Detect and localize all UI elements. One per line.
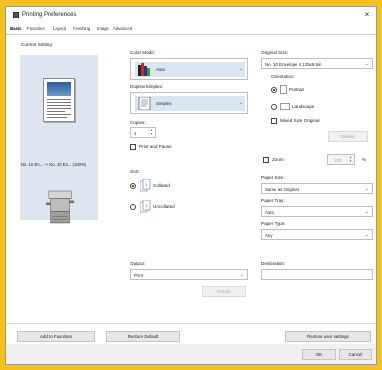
original-size-label: Original Size:	[261, 50, 289, 55]
dropdown-arrow-icon: ⌄	[238, 66, 243, 72]
output-dropdown[interactable]: Print ⌄	[130, 269, 248, 280]
dropdown-arrow-icon: ⌄	[238, 100, 243, 106]
paper-size-value: Same as Original	[265, 187, 299, 192]
color-mode-dropdown[interactable]: Auto ⌄	[130, 58, 248, 80]
ok-button[interactable]: OK	[302, 349, 336, 360]
color-mode-label: Color Mode:	[130, 50, 156, 55]
mixed-size-details-button[interactable]: Details	[328, 131, 368, 142]
restore-default-button[interactable]: Restore Default	[106, 331, 180, 342]
zoom-checkbox[interactable]	[263, 157, 269, 163]
tab-strip: Basic Favorites Layout Finishing Image A…	[6, 24, 376, 35]
dropdown-arrow-icon: ⌄	[364, 186, 369, 192]
uncollated-radio[interactable]	[130, 204, 136, 210]
paper-size-dropdown[interactable]: Same as Original ⌄	[261, 183, 373, 194]
original-size-dropdown[interactable]: No. 10 Envelope 4.125x9.5in ⌄	[261, 58, 373, 69]
spinner-icon[interactable]: ▴ ▾	[348, 155, 353, 163]
simplex-icon	[138, 97, 151, 110]
original-size-value: No. 10 Envelope 4.125x9.5in	[265, 62, 322, 67]
paper-size-label: Paper Size:	[261, 175, 285, 180]
copies-stepper[interactable]: 1 ▴ ▾	[130, 127, 156, 138]
dialog-footer: OK Cancel	[6, 344, 376, 364]
mixed-size-checkbox[interactable]	[271, 118, 277, 124]
paper-type-label: Paper Type:	[261, 221, 286, 226]
size-summary: No. 10 En... -> No. 10 En... (100%)	[21, 162, 87, 167]
print-pause-label: Print and Pause	[139, 144, 172, 149]
window-title: Printing Preferences	[22, 12, 77, 18]
tab-layout[interactable]: Layout	[53, 26, 66, 31]
tab-advanced[interactable]: Advanced	[113, 26, 132, 31]
color-mode-icon	[138, 63, 150, 76]
document-preview-icon	[43, 78, 75, 122]
orientation-label: Orientation:	[271, 74, 295, 79]
portrait-radio[interactable]	[271, 87, 277, 93]
destination-label: Destination:	[261, 261, 286, 266]
landscape-radio[interactable]	[271, 104, 277, 110]
duplex-value: Simplex	[156, 101, 172, 106]
paper-tray-label: Paper Tray:	[261, 198, 285, 203]
color-mode-value: Auto	[156, 67, 166, 72]
output-value: Print	[134, 273, 144, 278]
dropdown-arrow-icon: ⌄	[364, 232, 369, 238]
duplex-dropdown[interactable]: Simplex ⌄	[130, 92, 248, 114]
destination-field[interactable]	[261, 269, 373, 280]
printer-device-icon	[46, 190, 75, 224]
collated-radio[interactable]	[130, 183, 136, 189]
collated-label: Collated	[153, 183, 170, 188]
paper-type-dropdown[interactable]: Any ⌄	[261, 229, 373, 240]
portrait-icon	[280, 85, 287, 94]
landscape-label: Landscape	[292, 104, 315, 109]
spinner-icon[interactable]: ▴ ▾	[149, 128, 154, 136]
uncollated-icon: 1	[140, 200, 151, 213]
tab-image[interactable]: Image	[97, 26, 109, 31]
uncollated-label: Uncollated	[153, 204, 175, 209]
print-pause-checkbox[interactable]	[130, 144, 136, 150]
paper-tray-value: Auto	[265, 210, 275, 215]
printer-app-icon	[13, 12, 19, 18]
printing-preferences-window: Printing Preferences × Basic Favorites L…	[5, 6, 377, 365]
collated-icon: 1	[140, 179, 151, 192]
output-details-button[interactable]: Details	[202, 286, 246, 297]
dropdown-arrow-icon: ⌄	[364, 61, 369, 67]
paper-tray-dropdown[interactable]: Auto ⌄	[261, 206, 373, 217]
zoom-unit: %	[362, 157, 367, 162]
portrait-label: Portrait	[289, 87, 304, 92]
tab-basic[interactable]: Basic	[10, 26, 21, 31]
landscape-icon	[280, 103, 290, 110]
divider	[6, 323, 376, 324]
copies-value: 1	[134, 131, 137, 136]
paper-type-value: Any	[265, 233, 273, 238]
copies-label: Copies:	[130, 120, 146, 125]
cancel-button[interactable]: Cancel	[339, 349, 372, 360]
dropdown-arrow-icon: ⌄	[239, 272, 244, 278]
mixed-size-label: Mixed Size Original	[280, 118, 320, 123]
zoom-label: Zoom	[272, 157, 284, 162]
zoom-value: 100	[334, 158, 342, 163]
tab-finishing[interactable]: Finishing	[73, 26, 90, 31]
close-icon[interactable]: ×	[362, 10, 372, 20]
current-setting-heading: Current Setting	[21, 42, 52, 47]
duplex-label: Duplex/Simplex:	[130, 84, 164, 89]
restore-user-settings-button[interactable]: Restore user settings	[285, 331, 371, 342]
title-bar: Printing Preferences ×	[6, 7, 376, 23]
tab-favorites[interactable]: Favorites	[27, 26, 45, 31]
dropdown-arrow-icon: ⌄	[364, 209, 369, 215]
add-to-favorites-button[interactable]: Add to Favorites	[17, 331, 95, 342]
output-label: Output:	[130, 261, 146, 266]
zoom-stepper[interactable]: 100 ▴ ▾	[327, 154, 355, 165]
sort-label: Sort:	[130, 169, 140, 174]
